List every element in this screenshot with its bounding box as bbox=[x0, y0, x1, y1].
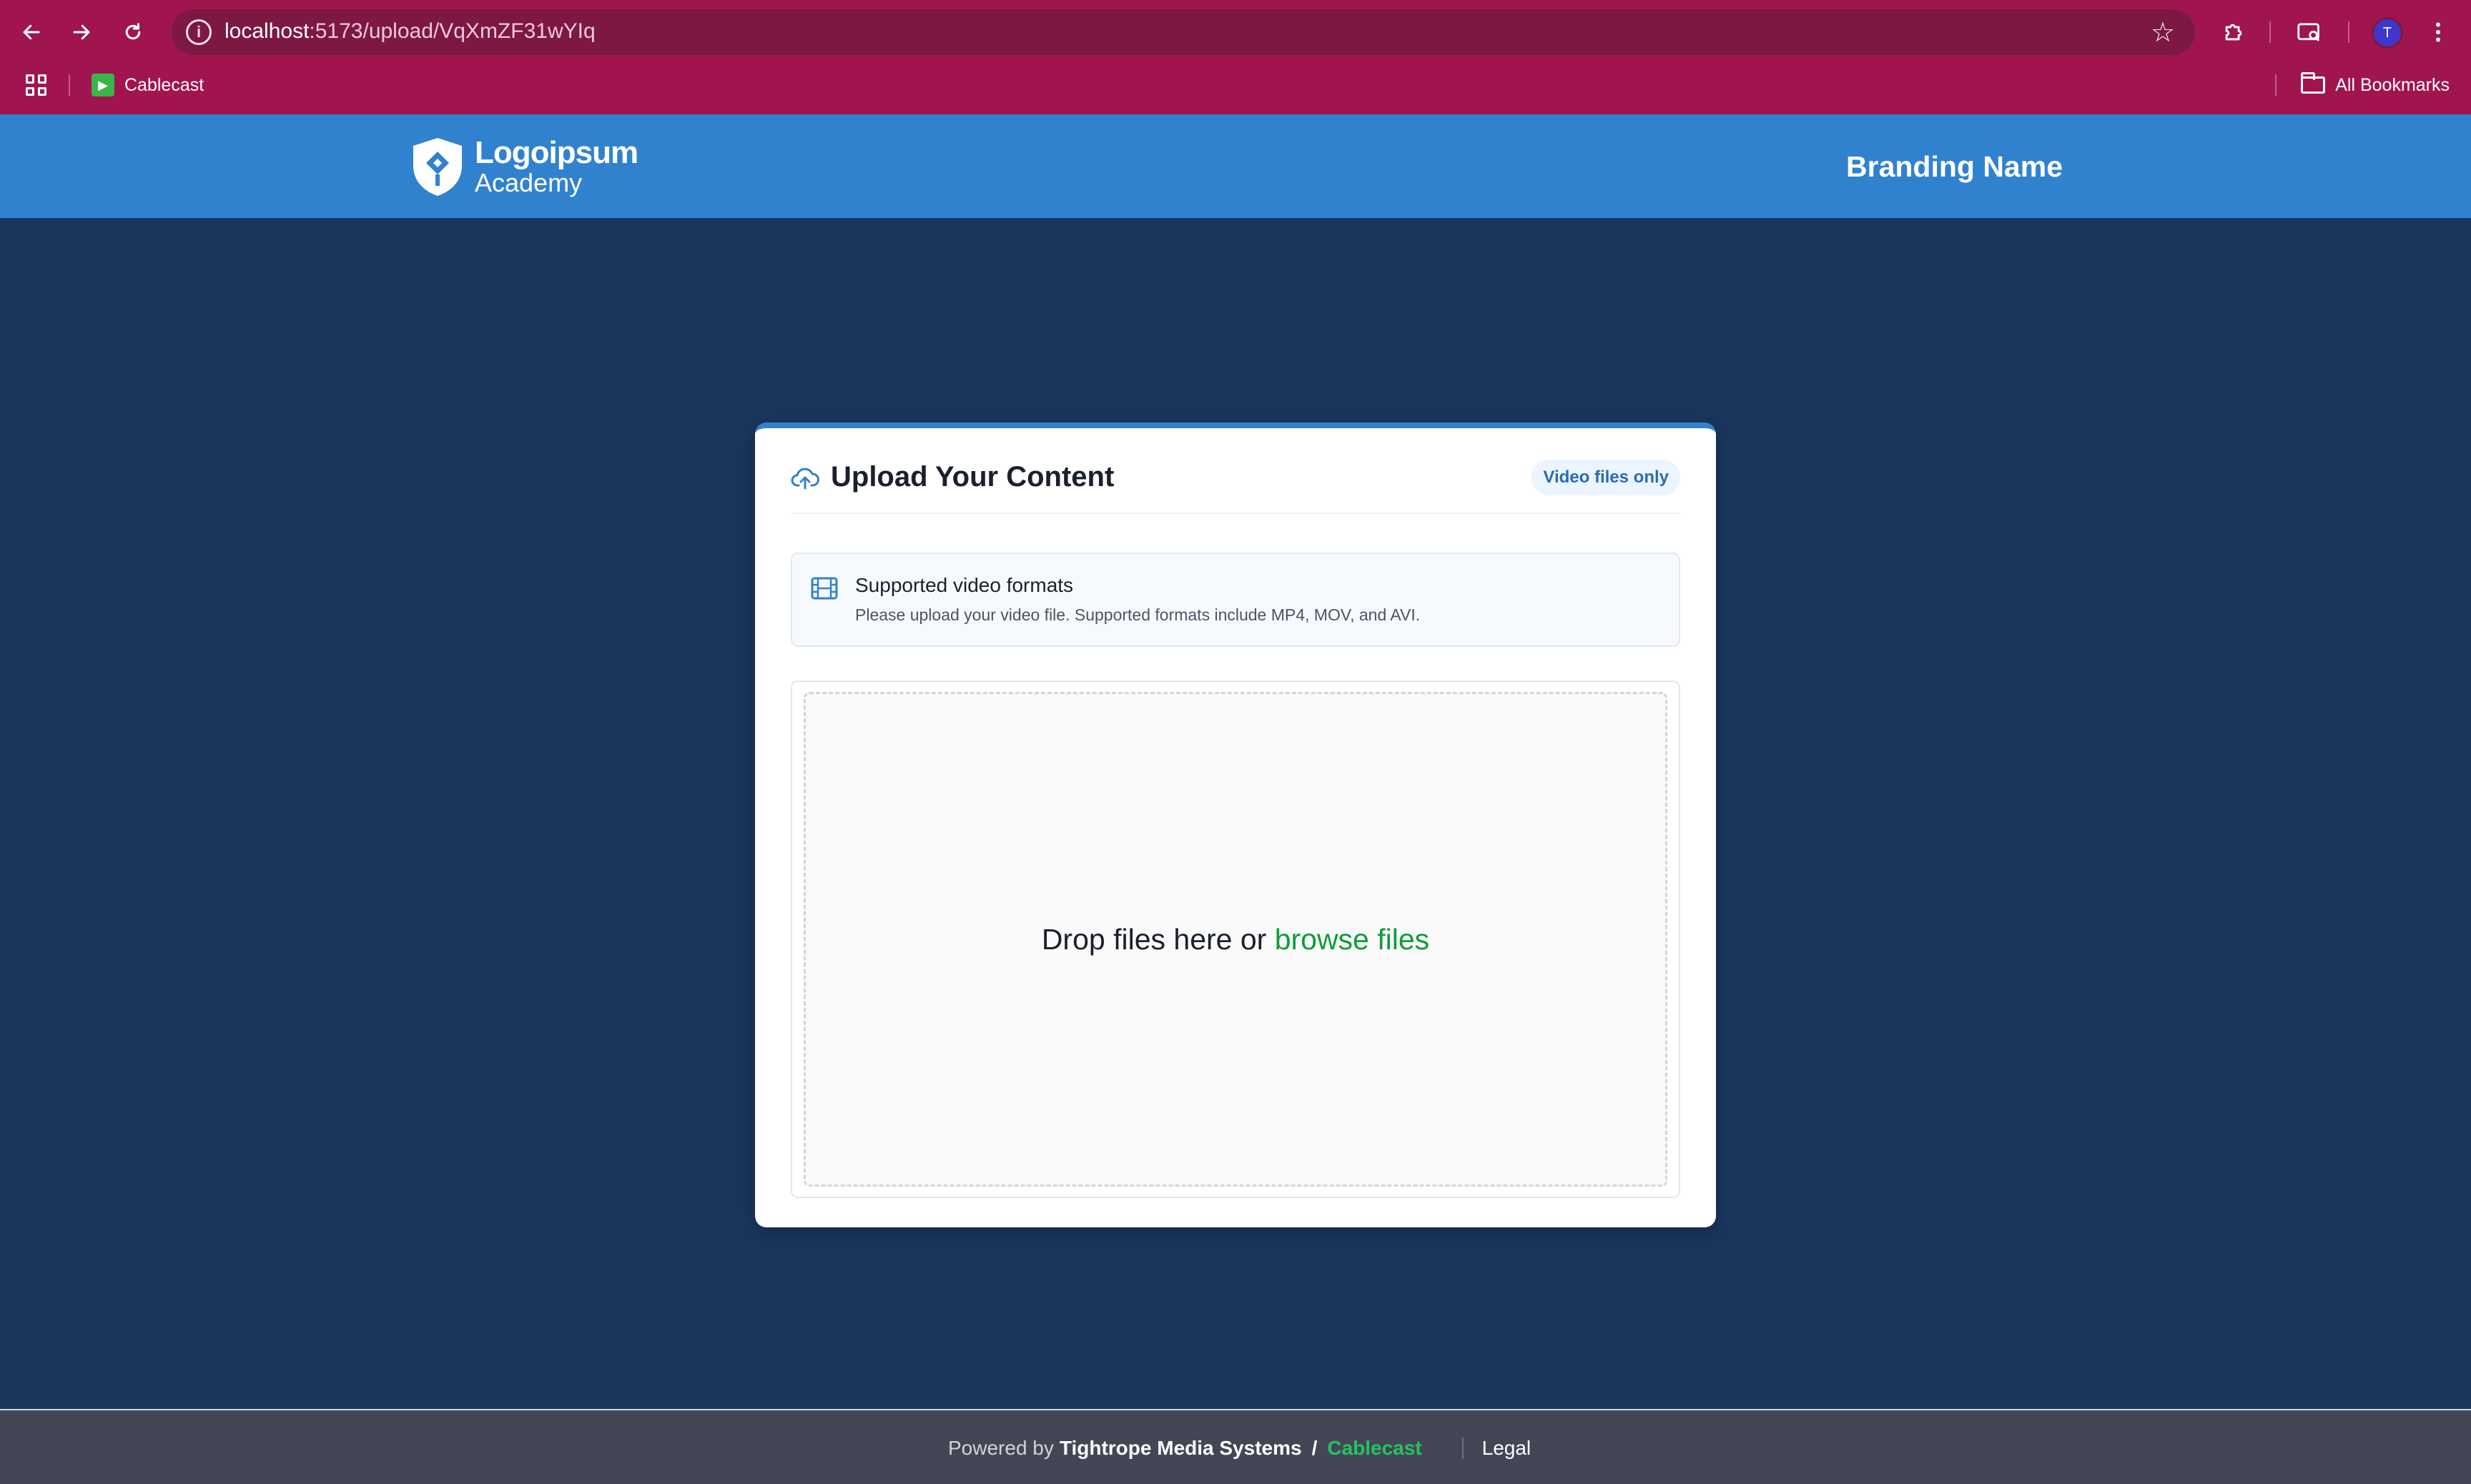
all-bookmarks-button[interactable]: All Bookmarks bbox=[2301, 72, 2450, 98]
page-footer: Powered by Tightrope Media Systems / Cab… bbox=[0, 1409, 2471, 1484]
extensions-button[interactable] bbox=[2215, 14, 2252, 51]
bookmark-cablecast[interactable]: ▶ Cablecast bbox=[92, 72, 204, 98]
app-header bbox=[0, 114, 2471, 218]
upload-card: Upload Your Content Video files only Sup… bbox=[755, 422, 1716, 1227]
browser-menu-button[interactable] bbox=[2420, 14, 2457, 51]
legal-link[interactable]: Legal bbox=[1482, 1437, 1532, 1460]
footer-separator bbox=[1461, 1438, 1464, 1459]
logo-line1: Logoipsum bbox=[475, 135, 638, 170]
logo-text: Logoipsum Academy bbox=[475, 137, 638, 196]
reload-button[interactable] bbox=[114, 14, 152, 51]
forward-button[interactable] bbox=[63, 14, 100, 51]
apps-grid-icon[interactable] bbox=[26, 74, 47, 96]
card-title: Upload Your Content bbox=[831, 461, 1115, 493]
folder-icon bbox=[2301, 72, 2326, 94]
dropzone-text: Drop files here or browse files bbox=[1041, 922, 1430, 956]
tab-search-button[interactable] bbox=[2291, 14, 2328, 51]
arrow-left-icon bbox=[23, 24, 40, 40]
reload-icon bbox=[125, 23, 141, 40]
company-link[interactable]: Tightrope Media Systems bbox=[1060, 1437, 1302, 1460]
supported-formats-info: Supported video formats Please upload yo… bbox=[791, 553, 1680, 647]
profile-avatar[interactable]: T bbox=[2374, 19, 2401, 46]
file-dropzone[interactable]: Drop files here or browse files bbox=[804, 692, 1667, 1187]
powered-by-text: Powered by bbox=[948, 1437, 1054, 1459]
bookmarks-separator bbox=[2275, 74, 2277, 96]
kebab-menu-icon bbox=[2436, 22, 2440, 42]
logo-line2: Academy bbox=[475, 168, 583, 197]
bookmarks-separator bbox=[69, 74, 70, 96]
info-description: Please upload your video file. Supported… bbox=[855, 605, 1421, 624]
tab-search-icon bbox=[2297, 23, 2320, 41]
cablecast-favicon: ▶ bbox=[92, 74, 114, 97]
arrow-right-icon bbox=[73, 24, 90, 40]
bookmark-star-icon[interactable]: ☆ bbox=[2151, 16, 2175, 49]
cablecast-link[interactable]: Cablecast bbox=[1327, 1437, 1421, 1460]
footer-slash: / bbox=[1311, 1437, 1318, 1459]
address-bar[interactable]: i localhost:5173/upload/VqXmZF31wYIq ☆ bbox=[172, 9, 2195, 55]
film-icon bbox=[811, 577, 838, 600]
branding-name: Branding Name bbox=[1846, 150, 2063, 183]
shield-logo-icon bbox=[413, 138, 462, 196]
url-text: localhost:5173/upload/VqXmZF31wYIq bbox=[225, 19, 596, 43]
footer-credits: Powered by Tightrope Media Systems / Cab… bbox=[948, 1436, 1531, 1460]
site-info-icon[interactable]: i bbox=[186, 19, 212, 45]
puzzle-icon bbox=[2225, 24, 2242, 41]
all-bookmarks-label: All Bookmarks bbox=[2335, 74, 2450, 95]
bookmarks-bar bbox=[0, 64, 2471, 114]
card-header: Upload Your Content Video files only bbox=[791, 460, 1680, 514]
info-title: Supported video formats bbox=[855, 574, 1074, 596]
dropzone-container: Drop files here or browse files bbox=[791, 681, 1680, 1198]
browse-files-link[interactable]: browse files bbox=[1275, 923, 1429, 956]
logo[interactable]: Logoipsum Academy bbox=[410, 136, 638, 197]
back-button[interactable] bbox=[13, 14, 50, 51]
cloud-upload-icon bbox=[791, 468, 819, 490]
bookmark-label: Cablecast bbox=[124, 74, 204, 95]
toolbar-separator bbox=[2269, 21, 2271, 43]
toolbar-separator bbox=[2348, 21, 2349, 43]
video-only-badge: Video files only bbox=[1532, 460, 1680, 495]
